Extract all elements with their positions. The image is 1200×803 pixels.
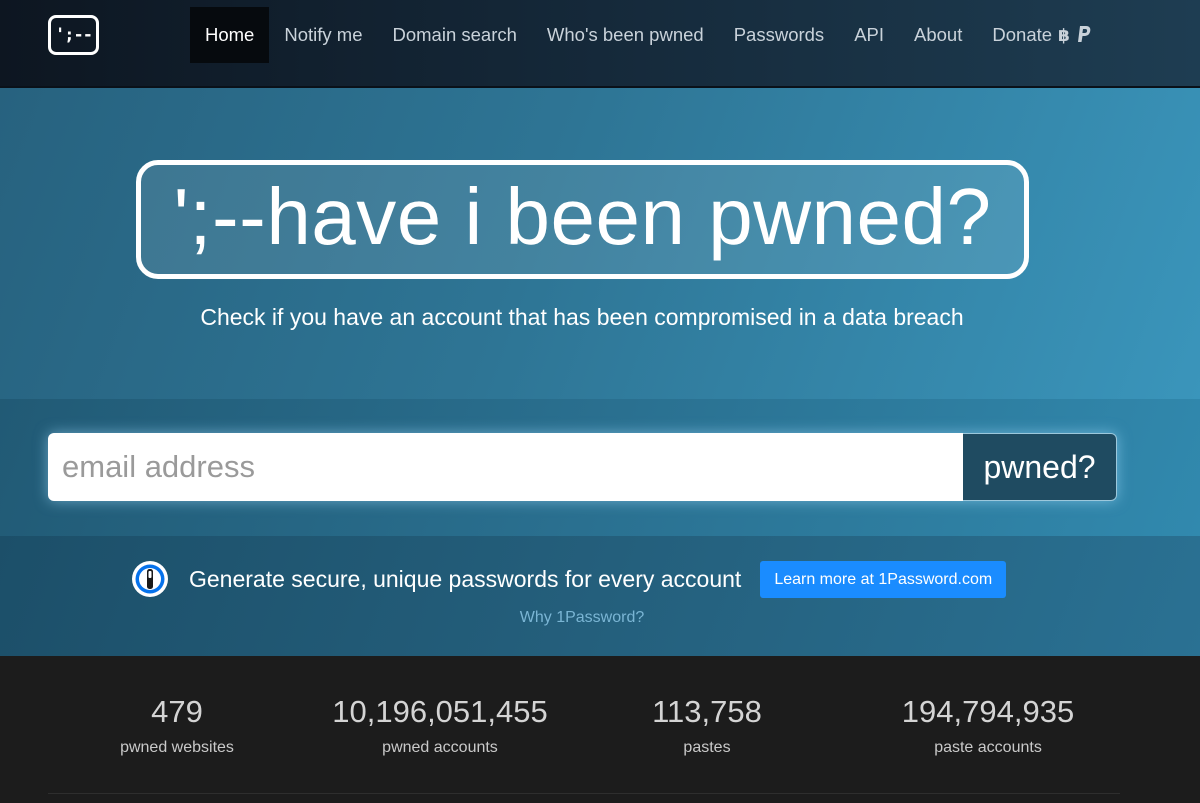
1password-promo: Generate secure, unique passwords for ev… [0,536,1200,656]
top-navbar: ';-- Home Notify me Domain search Who's … [0,0,1200,88]
nav-item-domain-search[interactable]: Domain search [378,7,532,63]
main-nav: Home Notify me Domain search Who's been … [190,7,1107,63]
stat-paste-accounts: 194,794,935 paste accounts [902,694,1074,757]
why-1password-link[interactable]: Why 1Password? [0,609,1164,627]
brand-logo[interactable]: ';-- [48,15,99,55]
stat-value: 10,196,051,455 [332,694,548,729]
nav-item-donate[interactable]: Donate ฿ [977,7,1107,63]
pwned-search-button[interactable]: pwned? [963,433,1117,501]
bitcoin-icon: ฿ [1058,26,1070,45]
learn-more-1password-button[interactable]: Learn more at 1Password.com [760,560,1007,598]
hero-title: ';--have i been pwned? [136,160,1029,279]
1password-icon [132,561,168,597]
stats-divider [48,793,1120,794]
promo-text: Generate secure, unique passwords for ev… [189,565,742,592]
stat-label: paste accounts [934,739,1042,756]
hero-section: ';--have i been pwned? Check if you have… [0,88,1200,399]
stat-label: pastes [683,739,731,756]
svg-text:฿: ฿ [1058,26,1070,45]
stat-label: pwned accounts [382,739,498,756]
hero-subtitle: Check if you have an account that has be… [200,304,964,330]
stat-label: pwned websites [120,739,234,756]
nav-item-home[interactable]: Home [190,7,270,63]
nav-item-whos-been-pwned[interactable]: Who's been pwned [532,7,719,63]
stat-pwned-accounts: 10,196,051,455 pwned accounts [332,694,548,757]
nav-item-about[interactable]: About [899,7,977,63]
nav-item-notify-me[interactable]: Notify me [269,7,377,63]
stat-pastes: 113,758 pastes [652,694,762,757]
stats-section: 479 pwned websites 10,196,051,455 pwned … [0,656,1200,803]
stat-pwned-websites: 479 pwned websites [120,694,234,757]
nav-item-passwords[interactable]: Passwords [719,7,839,63]
stat-value: 113,758 [652,694,762,729]
search-section: pwned? [0,399,1200,536]
search-form: pwned? [48,433,1117,501]
stat-value: 479 [151,694,203,729]
nav-item-api[interactable]: API [839,7,899,63]
stat-value: 194,794,935 [901,694,1075,729]
email-search-input[interactable] [48,433,963,501]
paypal-icon [1078,26,1091,42]
donate-label: Donate [992,24,1053,45]
promo-row: Generate secure, unique passwords for ev… [131,560,1007,598]
